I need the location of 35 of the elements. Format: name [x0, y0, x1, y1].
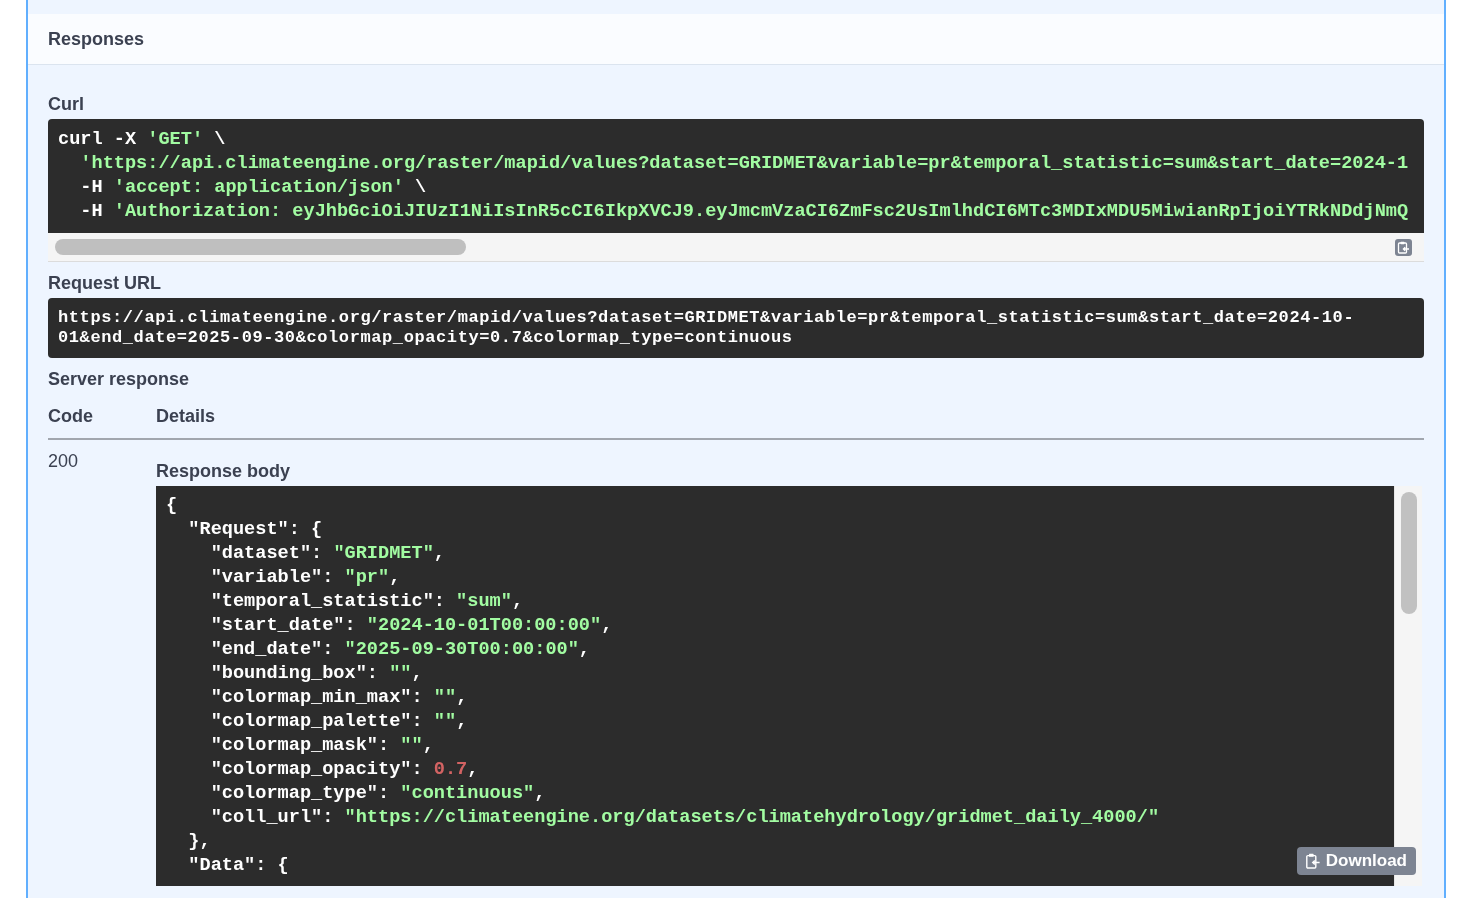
status-code: 200 [48, 451, 79, 471]
code-line: curl -X 'GET' \ [58, 129, 226, 150]
clipboard-icon [1305, 853, 1320, 869]
code-line: "colormap_palette": "", [210, 711, 468, 732]
code-line: "colormap_type": "continuous", [210, 783, 546, 804]
code-line: 'https://api.climateengine.org/raster/mapid/values?dataset=GRIDMET&variable=pr&temporal_statistic=sum&start_date=2024-1 [80, 153, 1409, 174]
code-line: "start_date": "2024-10-01T00:00:00", [210, 615, 613, 636]
code-line: "colormap_min_max": "", [210, 687, 468, 708]
column-header: Code [48, 406, 93, 426]
scrollbar-thumb[interactable] [55, 239, 466, 255]
code-line: "colormap_opacity": 0.7, [210, 759, 479, 780]
code-line: -H 'Authorization: eyJhbGciOiJIUzI1NiIsInR5cCI6IkpXVCJ9.eyJmcmVzaCI6ZmFsc2UsImlhdCI6MTc3MDIxMDU5MiwianRpIjoiYTRkNDdjNmQ [80, 201, 1409, 222]
code-line: "Data": { [188, 855, 289, 876]
copy-button[interactable] [1395, 238, 1412, 256]
code-line: "Request": { [188, 519, 323, 540]
code-line: "variable": "pr", [210, 567, 401, 588]
code-line: "colormap_mask": "", [210, 735, 434, 756]
section-title: Responses [48, 27, 145, 51]
code-line: -H 'accept: application/json' \ [80, 177, 427, 198]
server-response-label: Server response [48, 368, 190, 391]
code-line: }, [188, 831, 211, 852]
request-url-text: https://api.climateengine.org/raster/mapid/values?dataset=GRIDMET&variable=pr&temporal_statistic=sum&start_date=2024-10-01&end_date=2025-09-30&colormap_opacity=0.7&colormap_type=continuous [58, 308, 1356, 348]
curl-label: Curl [48, 93, 84, 116]
code-line: "temporal_statistic": "sum", [210, 591, 524, 612]
download-button[interactable]: Download [1296, 847, 1416, 875]
response-body-label: Response body [156, 460, 291, 483]
column-header: Details [156, 406, 216, 426]
request-url-label: Request URL [48, 272, 161, 295]
clipboard-icon [1395, 238, 1412, 256]
code-line: "bounding_box": "", [210, 663, 423, 684]
code-line: { [166, 495, 178, 516]
code-line: "end_date": "2025-09-30T00:00:00", [210, 639, 591, 660]
scrollbar-thumb[interactable] [1400, 492, 1417, 614]
code-line: "dataset": "GRIDMET", [210, 543, 445, 564]
code-line: "coll_url": "https://climateengine.org/datasets/climatehydrology/gridmet_daily_4000/" [210, 807, 1160, 828]
